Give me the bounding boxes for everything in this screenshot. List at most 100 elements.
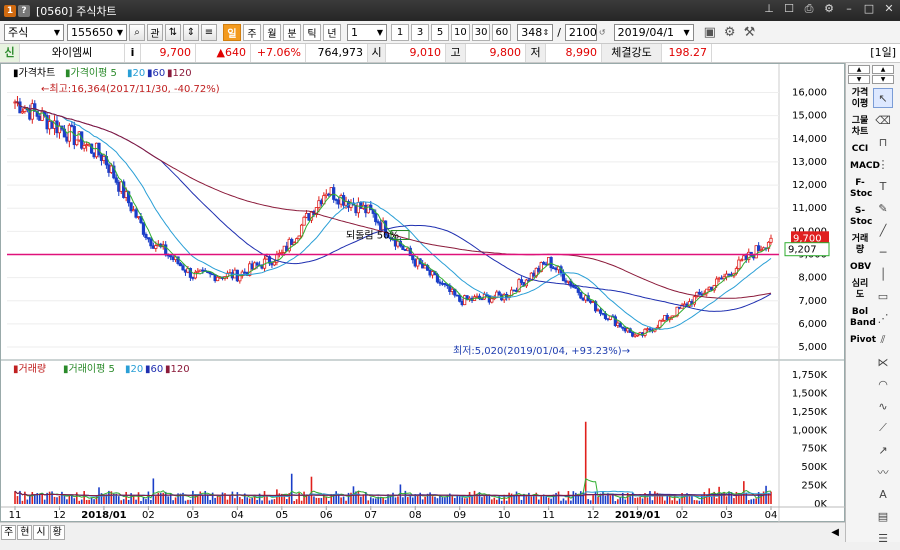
candle-body	[403, 249, 407, 251]
period-tick-button[interactable]: 틱	[303, 23, 321, 41]
candle-body	[623, 327, 627, 332]
gwan-button[interactable]: 관	[147, 23, 163, 41]
range-30-button[interactable]: 30	[471, 23, 491, 41]
search-button[interactable]: ⌕	[129, 23, 145, 41]
info-button[interactable]: i	[125, 44, 141, 62]
sort-button[interactable]: ⇅	[165, 23, 181, 41]
settings-icon[interactable]: ⚙	[822, 2, 836, 16]
fibo-tool-icon[interactable]: ⋮	[873, 154, 893, 174]
indicator-item-10[interactable]: Pivot	[850, 335, 876, 346]
speed-tool-icon[interactable]: ⟋	[873, 418, 893, 438]
reset-icon[interactable]: ↺	[599, 28, 606, 37]
scroll-down-icon-2[interactable]: ▼	[872, 75, 894, 84]
pin-icon[interactable]: ⊥	[762, 2, 776, 16]
scroll-down-icon[interactable]: ▼	[848, 75, 870, 84]
indicator-item-8[interactable]: 심리도	[850, 279, 870, 301]
candle-body	[601, 312, 605, 315]
settings-gear-icon[interactable]: ⚙	[724, 25, 736, 40]
candle-body	[337, 199, 341, 205]
indicator-item-0[interactable]: 가격이평	[850, 88, 870, 110]
x-axis-tick: 11	[542, 510, 555, 521]
scroll-up-icon[interactable]: ▲	[848, 65, 870, 74]
price-y-tick: 7,000	[798, 296, 827, 307]
help-icon[interactable]: ?	[18, 4, 30, 17]
range-1-button[interactable]: 1	[391, 23, 409, 41]
range-3-button[interactable]: 3	[411, 23, 429, 41]
period-minute-button[interactable]: 분	[283, 23, 301, 41]
period-more-button[interactable]: ≡	[201, 23, 217, 41]
spin-button[interactable]: ⇕	[183, 23, 199, 41]
print-icon[interactable]: ⎙	[802, 2, 816, 16]
candle-body	[697, 291, 701, 295]
chart-svg[interactable]: 16,00015,00014,00013,00012,00011,00010,0…	[1, 64, 846, 523]
chart-area[interactable]: 16,00015,00014,00013,00012,00011,00010,0…	[0, 63, 846, 523]
range-60-button[interactable]: 60	[492, 23, 512, 41]
period-day-button[interactable]: 일	[223, 23, 241, 41]
candle-body	[181, 265, 185, 271]
period-month-button[interactable]: 월	[263, 23, 281, 41]
magnet-tool-icon[interactable]: ⊓	[873, 132, 893, 152]
candle-body	[480, 298, 484, 301]
range-10-button[interactable]: 10	[451, 23, 470, 41]
indicator-item-2[interactable]: CCI	[850, 144, 870, 155]
volume-legend-ma60: ▮60	[145, 364, 163, 375]
indicator-item-3[interactable]: MACD	[850, 161, 880, 172]
window-tool-icon[interactable]: ▤	[873, 506, 893, 526]
period-week-button[interactable]: 주	[243, 23, 261, 41]
indicator-item-5[interactable]: S-Stoc	[850, 206, 872, 228]
bottom-tab-3[interactable]: 황	[49, 525, 65, 540]
count-stepper[interactable]: 348 ⇕	[517, 23, 554, 41]
period-value-select[interactable]: 1 ▼	[347, 23, 387, 41]
minimize-icon[interactable]: –	[842, 2, 856, 16]
trend-tool-icon[interactable]: ↗	[873, 440, 893, 460]
bottom-tab-1[interactable]: 현	[17, 525, 33, 540]
price-y-tick: 16,000	[792, 88, 827, 99]
arc-tool-icon[interactable]: ◠	[873, 374, 893, 394]
auto-tool-icon[interactable]: A	[873, 484, 893, 504]
close-icon[interactable]: ✕	[882, 2, 896, 16]
quote-info-bar: 신 와이엠씨 i 9,700 ▲640 +7.06% 764,973 시 9,0…	[0, 44, 900, 63]
wave-tool-icon[interactable]: 〰	[873, 462, 893, 482]
link-icon[interactable]: ☐	[782, 2, 796, 16]
indicator-item-4[interactable]: F-Stoc	[850, 178, 872, 200]
candle-body	[376, 221, 380, 224]
stock-code-input[interactable]: 155650 ▼	[67, 23, 127, 41]
market-select[interactable]: 주식 ▼	[4, 23, 64, 41]
period-year-button[interactable]: 년	[323, 23, 341, 41]
list-tool-icon[interactable]: ☰	[873, 528, 893, 548]
eraser-tool-icon[interactable]: ⌫	[873, 110, 893, 130]
candle-body	[549, 257, 553, 269]
total-count-field[interactable]: 2100	[564, 23, 597, 41]
indicator-item-9[interactable]: Bol Band	[850, 307, 876, 329]
candle-body	[307, 213, 311, 221]
vline-tool-icon[interactable]: │	[873, 264, 893, 284]
hline-tool-icon[interactable]: ─	[873, 242, 893, 262]
line-tool-icon[interactable]: ╱	[873, 220, 893, 240]
save-icon[interactable]: ▣	[704, 25, 716, 40]
pen-tool-icon[interactable]: ✎	[873, 198, 893, 218]
candle-body	[317, 200, 321, 208]
candle-body	[423, 265, 427, 269]
range-5-button[interactable]: 5	[431, 23, 449, 41]
bottom-tab-0[interactable]: 주	[1, 525, 17, 540]
rect-tool-icon[interactable]: ▭	[873, 286, 893, 306]
indicator-item-1[interactable]: 그물차트	[850, 116, 870, 138]
scroll-up-icon-2[interactable]: ▲	[872, 65, 894, 74]
channel-tool-icon[interactable]: ⫽	[873, 330, 893, 350]
x-axis-tick: 02	[676, 510, 689, 521]
text-tool-icon[interactable]: T	[873, 176, 893, 196]
bottom-tab-2[interactable]: 시	[33, 525, 49, 540]
candle-body	[124, 191, 128, 198]
maximize-icon[interactable]: □	[862, 2, 876, 16]
tools-icon[interactable]: ⚒	[744, 25, 756, 40]
fan-tool-icon[interactable]: ⋰	[873, 308, 893, 328]
date-select[interactable]: 2019/04/1 ▼	[613, 23, 694, 41]
scroll-left-icon[interactable]: ◀	[831, 527, 839, 538]
price-legend-ma20: ▮20	[127, 68, 145, 79]
gann-tool-icon[interactable]: ⋉	[873, 352, 893, 372]
cycle-tool-icon[interactable]: ∿	[873, 396, 893, 416]
indicator-item-7[interactable]: OBV	[850, 262, 871, 273]
open-label: 시	[368, 44, 386, 62]
indicator-item-6[interactable]: 거래량	[850, 234, 870, 256]
cursor-tool-icon[interactable]: ↖	[873, 88, 893, 108]
